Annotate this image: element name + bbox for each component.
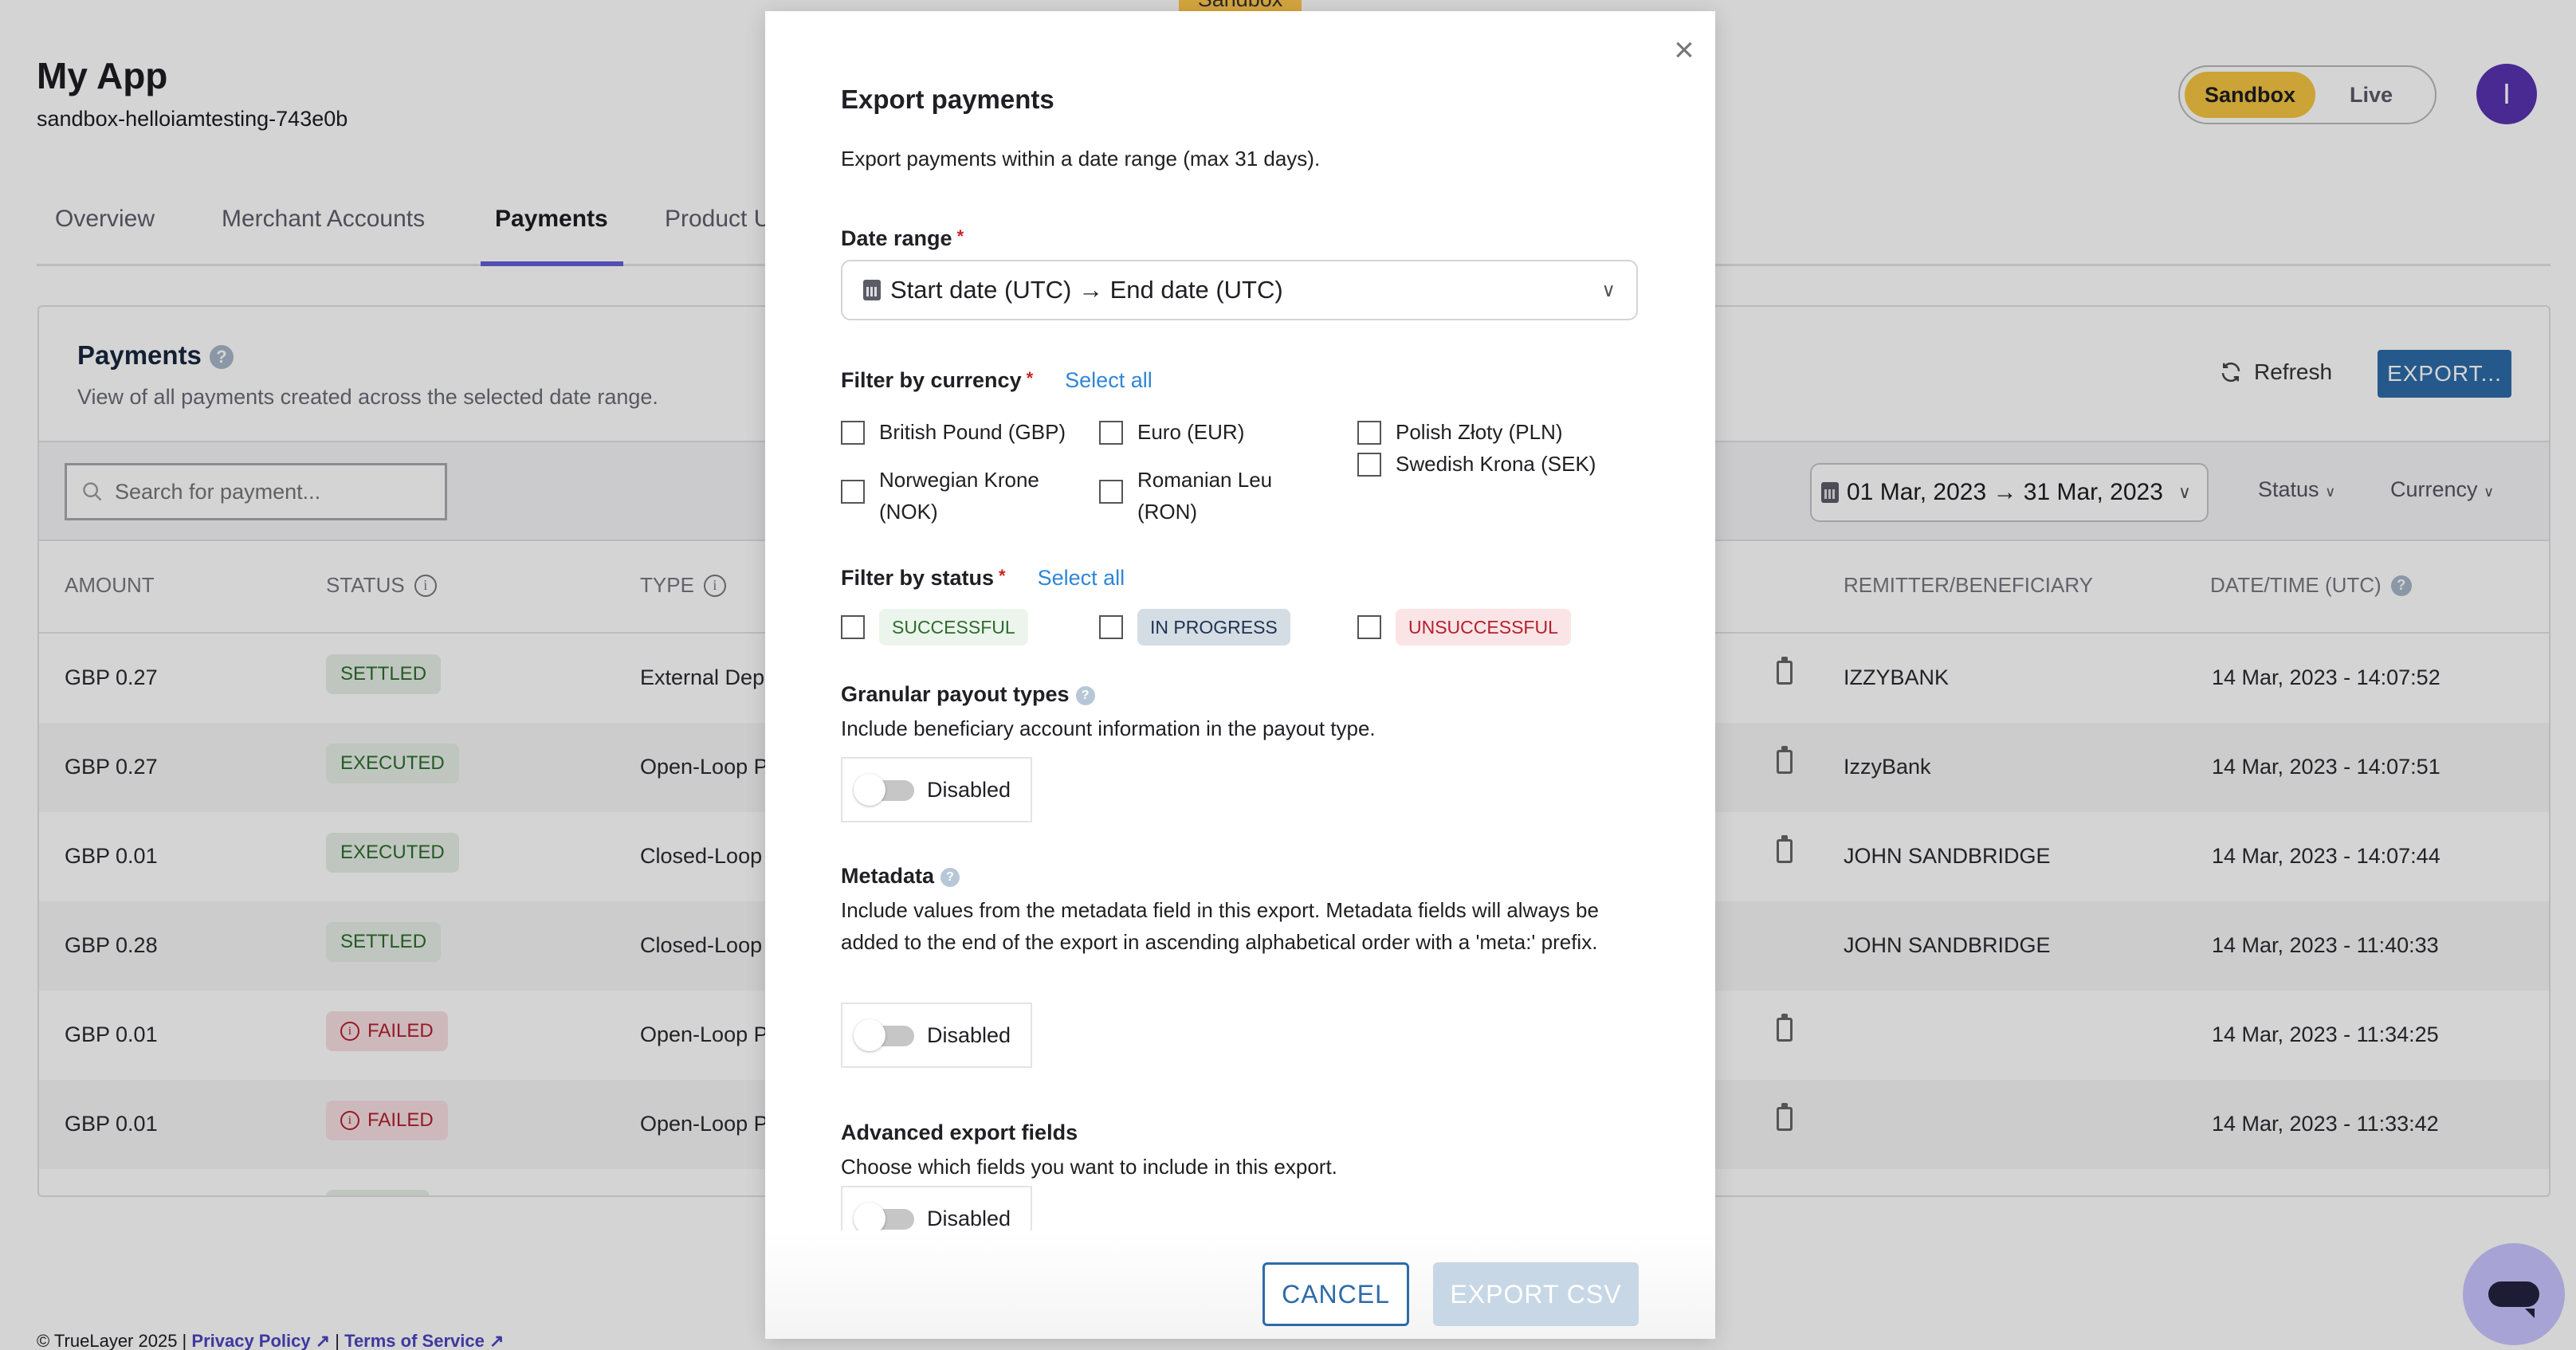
currency-checkbox[interactable]: Norwegian Krone (NOK) <box>841 464 1040 528</box>
dialog-footer: CANCEL EXPORT CSV <box>765 1230 1715 1339</box>
currency-filter-label: Filter by currency * Select all <box>841 368 1153 393</box>
toggle-switch[interactable] <box>854 774 914 806</box>
granular-toggle[interactable]: Disabled <box>841 757 1032 822</box>
export-payments-dialog: × Export payments Export payments within… <box>765 11 1715 1339</box>
dialog-title: Export payments <box>841 84 1054 114</box>
required-mark: * <box>999 566 1006 586</box>
advanced-fields-description: Choose which fields you want to include … <box>841 1155 1337 1179</box>
status-filter-label-text: Filter by status <box>841 566 995 590</box>
currency-checkbox[interactable]: Swedish Krona (SEK) <box>1357 448 1612 480</box>
status-checkbox[interactable]: UNSUCCESSFUL <box>1357 609 1571 646</box>
currency-checkbox[interactable]: Polish Złoty (PLN) <box>1357 416 1612 448</box>
status-checkbox[interactable]: SUCCESSFUL <box>841 609 1028 646</box>
checkbox[interactable] <box>1357 421 1381 445</box>
granular-description: Include beneficiary account information … <box>841 716 1376 740</box>
checkbox[interactable] <box>841 480 865 504</box>
currency-label: Romanian Leu (RON) <box>1137 468 1273 524</box>
currency-label: Swedish Krona (SEK) <box>1396 452 1596 476</box>
status-pill: UNSUCCESSFUL <box>1396 609 1571 646</box>
advanced-toggle-label: Disabled <box>927 1206 1011 1230</box>
currency-checkbox[interactable]: British Pound (GBP) <box>841 416 1096 448</box>
dialog-description: Export payments within a date range (max… <box>841 147 1321 171</box>
date-range-label-text: Date range <box>841 226 952 250</box>
granular-toggle-label: Disabled <box>927 777 1011 802</box>
export-csv-button[interactable]: EXPORT CSV <box>1433 1262 1639 1326</box>
checkbox[interactable] <box>1099 480 1123 504</box>
currency-filter-label-text: Filter by currency <box>841 368 1022 392</box>
date-range-placeholder: Start date (UTC) → End date (UTC) <box>890 276 1283 304</box>
currency-label: British Pound (GBP) <box>879 420 1066 444</box>
toggle-switch[interactable] <box>854 1019 914 1051</box>
currency-checkbox[interactable]: Romanian Leu (RON) <box>1099 464 1298 528</box>
currency-checkbox[interactable]: Euro (EUR) <box>1099 416 1354 448</box>
currency-label: Euro (EUR) <box>1137 420 1245 444</box>
checkbox[interactable] <box>1099 615 1123 639</box>
metadata-label: Metadata? <box>841 864 960 889</box>
calendar-icon <box>863 280 881 300</box>
toggle-switch[interactable] <box>854 1203 914 1230</box>
cancel-button[interactable]: CANCEL <box>1262 1262 1409 1326</box>
currency-label: Polish Złoty (PLN) <box>1396 420 1563 444</box>
dialog-body[interactable]: Export payments Export payments within a… <box>765 11 1715 1230</box>
checkbox[interactable] <box>1099 421 1123 445</box>
help-icon[interactable]: ? <box>940 867 960 887</box>
checkbox[interactable] <box>841 421 865 445</box>
advanced-fields-toggle[interactable]: Disabled <box>841 1186 1032 1230</box>
required-mark: * <box>956 226 964 246</box>
status-filter-label: Filter by status * Select all <box>841 566 1125 591</box>
currency-select-all-link[interactable]: Select all <box>1065 368 1153 392</box>
metadata-toggle-label: Disabled <box>927 1022 1011 1047</box>
metadata-description: Include values from the metadata field i… <box>841 898 1599 954</box>
required-mark: * <box>1026 368 1034 388</box>
status-select-all-link[interactable]: Select all <box>1038 566 1125 590</box>
status-pill: IN PROGRESS <box>1137 609 1290 646</box>
currency-label: Norwegian Krone (NOK) <box>879 468 1039 524</box>
checkbox[interactable] <box>1357 453 1381 477</box>
help-icon[interactable]: ? <box>1075 685 1095 705</box>
granular-label-text: Granular payout types <box>841 682 1070 706</box>
chevron-down-icon: ∨ <box>1601 279 1616 301</box>
sandbox-environment-tag: Sandbox <box>1179 0 1302 11</box>
granular-label: Granular payout types? <box>841 682 1095 707</box>
date-range-picker[interactable]: Start date (UTC) → End date (UTC) ∨ <box>841 260 1638 320</box>
metadata-label-text: Metadata <box>841 864 935 888</box>
checkbox[interactable] <box>841 615 865 639</box>
date-range-label: Date range * <box>841 226 964 251</box>
checkbox[interactable] <box>1357 615 1381 639</box>
status-pill: SUCCESSFUL <box>879 609 1028 646</box>
status-checkbox[interactable]: IN PROGRESS <box>1099 609 1290 646</box>
advanced-fields-label: Advanced export fields <box>841 1120 1078 1144</box>
metadata-toggle[interactable]: Disabled <box>841 1003 1032 1068</box>
